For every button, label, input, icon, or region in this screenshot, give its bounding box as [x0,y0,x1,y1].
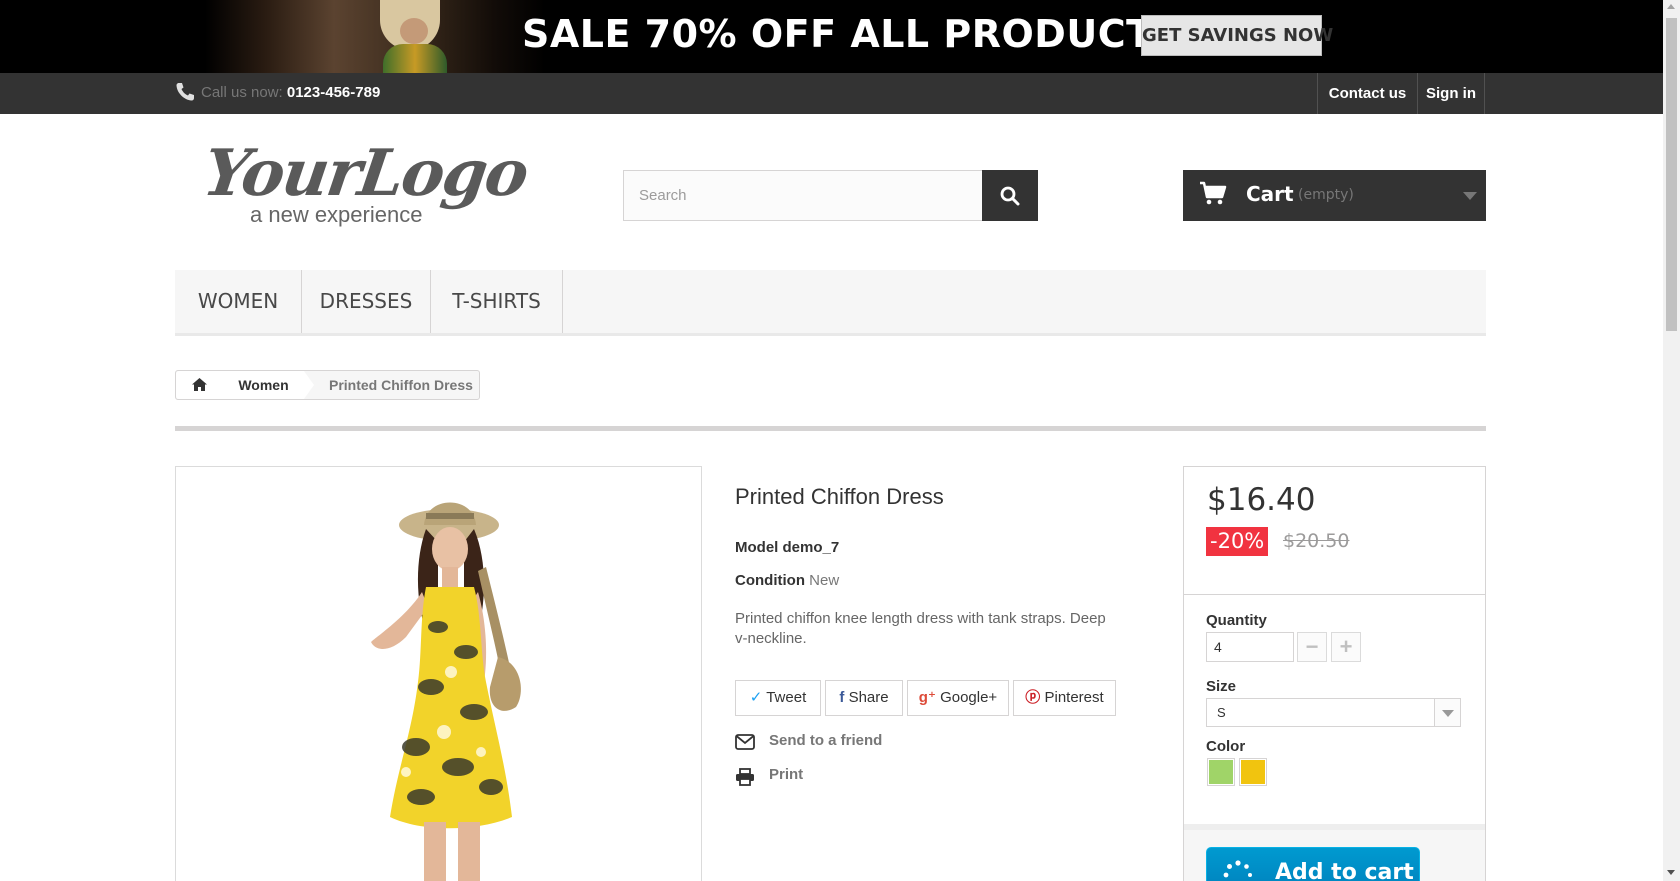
color-swatch-green[interactable] [1207,758,1235,786]
facebook-share-button[interactable]: f Share [825,680,903,716]
sign-in-link[interactable]: Sign in [1417,73,1485,114]
cart-status: (empty) [1298,187,1354,203]
add-to-cart-button[interactable]: Add to cart [1206,847,1420,881]
product-title: Printed Chiffon Dress [735,484,944,509]
product-model: Model demo_7 [735,539,839,556]
share-label: Share [848,689,889,706]
cart-label: Cart [1246,182,1294,206]
phone-icon [176,83,194,101]
call-us-text: Call us now: 0123-456-789 [201,84,380,101]
size-value: S [1217,705,1226,720]
product-description: Printed chiffon knee length dress with t… [735,610,1106,647]
logo-wordmark: YourLogo [198,136,532,211]
breadcrumb: Women Printed Chiffon Dress [175,370,480,400]
breadcrumb-home[interactable] [176,371,223,399]
color-label: Color [1206,738,1246,755]
discount-badge: -20% [1206,527,1269,556]
caret-down-icon [1463,192,1477,200]
breadcrumb-separator [304,371,314,399]
section-divider [175,426,1486,431]
cart-button[interactable]: Cart (empty) [1183,170,1486,221]
breadcrumb-women[interactable]: Women [223,371,304,399]
menu-item-dresses[interactable]: DRESSES [302,270,431,333]
product-options: Quantity 4 − + Size S Color [1184,595,1485,830]
quantity-decrease-button[interactable]: − [1297,632,1327,662]
google-plus-button[interactable]: g⁺ Google+ [907,680,1009,716]
add-to-cart-label: Add to cart [1275,860,1414,881]
scroll-up-arrow-icon[interactable] [1667,4,1675,9]
envelope-icon [735,734,755,750]
buy-box: $16.40 -20% $20.50 Quantity 4 − + Size S… [1183,466,1486,881]
send-to-friend-label: Send to a friend [769,732,883,749]
condition-value: New [809,572,840,589]
old-price: $20.50 [1283,530,1350,552]
banner-model-image [205,0,545,73]
phone-number: 0123-456-789 [286,84,381,101]
home-icon [192,378,207,391]
scroll-down-arrow-icon[interactable] [1667,870,1675,875]
pinterest-button[interactable]: ⓟ Pinterest [1013,680,1116,716]
chevron-down-icon [1434,699,1460,726]
menu-item-tshirts[interactable]: T-SHIRTS [431,270,563,333]
condition-label: Condition [735,572,805,589]
size-select[interactable]: S [1206,698,1461,727]
color-swatch-yellow[interactable] [1239,758,1267,786]
product-photo [371,502,521,881]
price-box: $16.40 -20% $20.50 [1184,467,1485,595]
promo-banner[interactable]: SALE 70% OFF ALL PRODUCTS GET SAVINGS NO… [0,0,1663,73]
store-logo[interactable]: YourLogo a new experience [198,136,532,236]
banner-headline: SALE 70% OFF ALL PRODUCTS [522,12,1181,56]
search-input[interactable] [624,171,982,220]
twitter-icon: ✓ [749,689,763,706]
product-image[interactable] [175,466,702,881]
tweet-label: Tweet [766,689,807,706]
printer-icon [736,768,754,786]
search-icon [1000,186,1020,206]
model-label: Model [735,539,779,556]
facebook-icon: f [839,689,845,706]
print-label: Print [769,766,804,783]
search-box [623,170,983,221]
search-button[interactable] [982,170,1038,221]
pinterest-label: Pinterest [1044,689,1104,706]
spinner-icon [1223,860,1252,878]
current-price: $16.40 [1207,482,1316,518]
pinterest-icon: ⓟ [1025,689,1041,706]
main-menu: WOMEN DRESSES T-SHIRTS [175,270,1486,336]
tweet-button[interactable]: ✓ Tweet [735,680,821,716]
quantity-input[interactable]: 4 [1206,632,1294,662]
scrollbar-thumb[interactable] [1666,18,1677,331]
get-savings-button[interactable]: GET SAVINGS NOW [1141,15,1333,56]
google-plus-icon: g⁺ [918,689,936,706]
quantity-label: Quantity [1206,612,1267,629]
product-page: SALE 70% OFF ALL PRODUCTS GET SAVINGS NO… [0,0,1680,881]
product-condition: Condition New [735,572,839,589]
model-value: demo_7 [782,539,840,556]
quantity-increase-button[interactable]: + [1331,632,1361,662]
contact-us-link[interactable]: Contact us [1317,73,1417,114]
breadcrumb-current: Printed Chiffon Dress [329,377,473,393]
cart-icon [1200,181,1227,205]
logo-tagline: a new experience [250,202,423,227]
top-nav-bar: Call us now: 0123-456-789 Contact us Sig… [0,73,1663,114]
page-scrollbar[interactable] [1663,0,1680,881]
menu-item-women[interactable]: WOMEN [175,270,302,333]
size-label: Size [1206,678,1237,695]
call-label: Call us now: [201,84,283,101]
google-plus-label: Google+ [940,689,998,706]
